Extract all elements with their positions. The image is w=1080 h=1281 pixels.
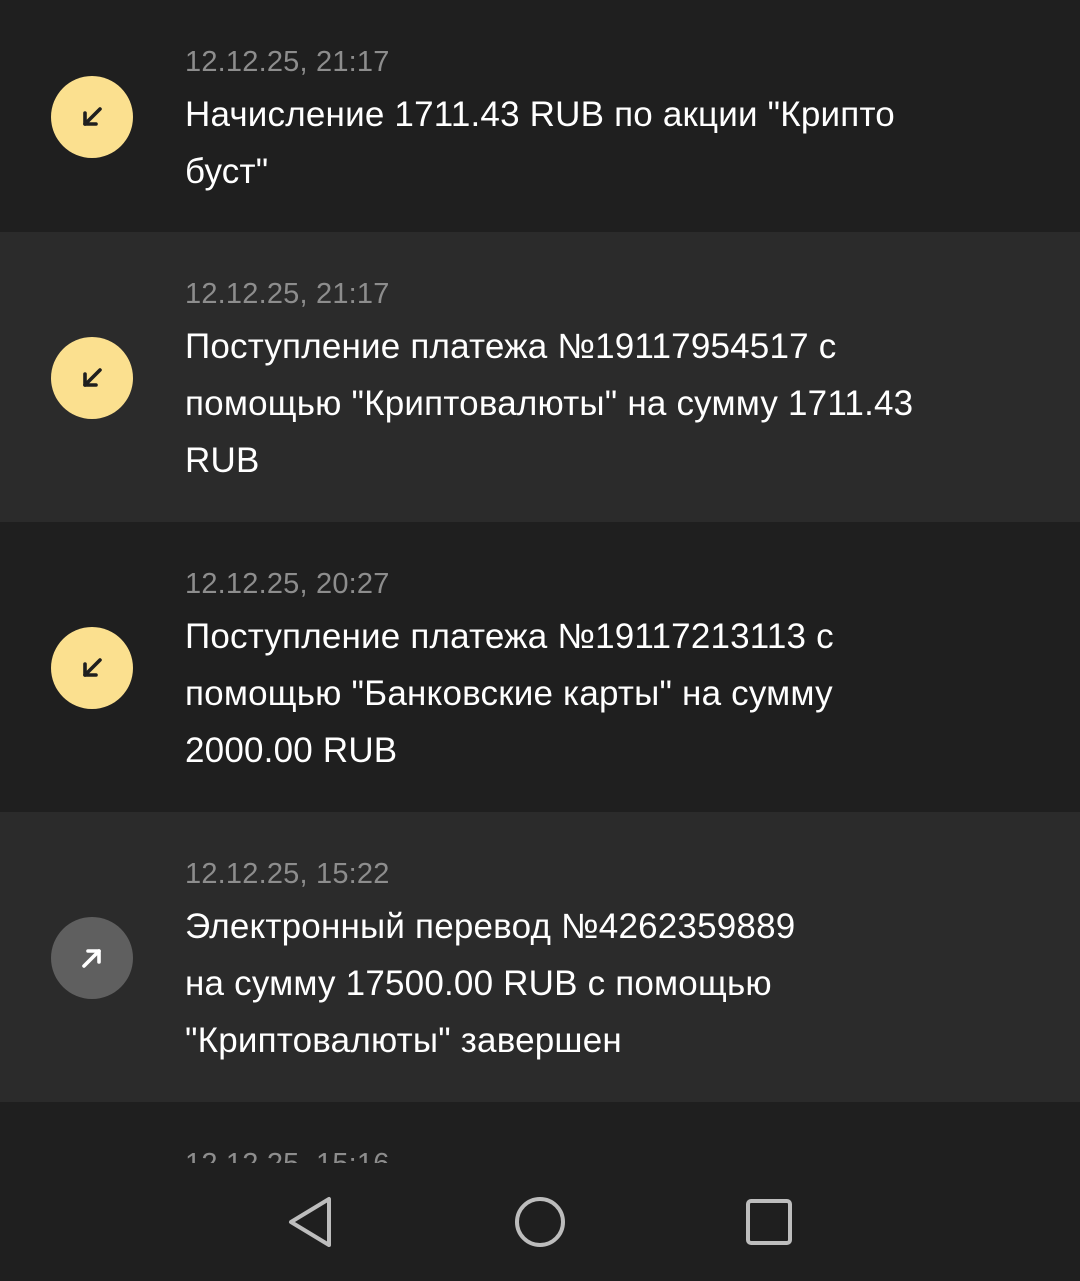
- notification-item[interactable]: 12.12.25, 21:17 Поступление платежа №191…: [0, 232, 1080, 522]
- notification-item[interactable]: 12.12.25, 20:27 Поступление платежа №191…: [0, 522, 1080, 812]
- notification-item-partial[interactable]: 12.12.25, 15:16: [0, 1102, 1080, 1163]
- notification-date: 12.12.25, 20:27: [185, 568, 390, 600]
- notification-list[interactable]: 12.12.25, 21:17 Начисление 1711.43 RUB п…: [0, 0, 1080, 1163]
- notification-content: 12.12.25, 21:17 Начисление 1711.43 RUB п…: [185, 44, 1010, 200]
- message-line: Поступление платежа №19117213113 с: [185, 617, 834, 656]
- arrow-down-left-icon: [51, 627, 133, 709]
- notification-item[interactable]: 12.12.25, 21:17 Начисление 1711.43 RUB п…: [0, 0, 1080, 232]
- arrow-up-right-icon: [51, 917, 133, 999]
- notification-message: Начисление 1711.43 RUB по акции "Крипто …: [185, 86, 1010, 200]
- notification-date: 12.12.25, 15:22: [185, 858, 390, 890]
- recents-square-icon[interactable]: [734, 1187, 804, 1257]
- notification-content: 12.12.25, 15:22 Электронный перевод №426…: [185, 856, 1010, 1069]
- notification-date: 12.12.25, 15:16: [185, 1146, 1010, 1163]
- home-circle-icon[interactable]: [505, 1187, 575, 1257]
- message-line: буст": [185, 152, 269, 191]
- notification-message: Электронный перевод №4262359889 на сумму…: [185, 898, 1010, 1069]
- message-line: помощью "Банковские карты" на сумму: [185, 674, 833, 713]
- message-line: Электронный перевод №4262359889: [185, 907, 796, 946]
- message-line: Поступление платежа №19117954517 с: [185, 327, 837, 366]
- message-line: 2000.00 RUB: [185, 731, 398, 770]
- notification-message: Поступление платежа №19117213113 с помощ…: [185, 608, 1010, 779]
- back-triangle-icon[interactable]: [275, 1187, 345, 1257]
- notification-date: 12.12.25, 21:17: [185, 278, 390, 310]
- notification-content: 12.12.25, 21:17 Поступление платежа №191…: [185, 276, 1010, 489]
- message-line: RUB: [185, 441, 260, 480]
- message-line: "Криптовалюты" завершен: [185, 1021, 622, 1060]
- arrow-down-left-icon: [51, 337, 133, 419]
- notification-date: 12.12.25, 21:17: [185, 46, 390, 78]
- message-line: Начисление 1711.43 RUB по акции "Крипто: [185, 95, 895, 134]
- notification-content: 12.12.25, 20:27 Поступление платежа №191…: [185, 566, 1010, 779]
- arrow-down-left-icon: [51, 76, 133, 158]
- notification-message: Поступление платежа №19117954517 с помощ…: [185, 318, 1010, 489]
- notification-item[interactable]: 12.12.25, 15:22 Электронный перевод №426…: [0, 812, 1080, 1102]
- message-line: на сумму 17500.00 RUB с помощью: [185, 964, 772, 1003]
- notification-content: 12.12.25, 15:16: [185, 1146, 1010, 1163]
- system-navigation-bar: [0, 1163, 1080, 1281]
- message-line: помощью "Криптовалюты" на сумму 1711.43: [185, 384, 914, 423]
